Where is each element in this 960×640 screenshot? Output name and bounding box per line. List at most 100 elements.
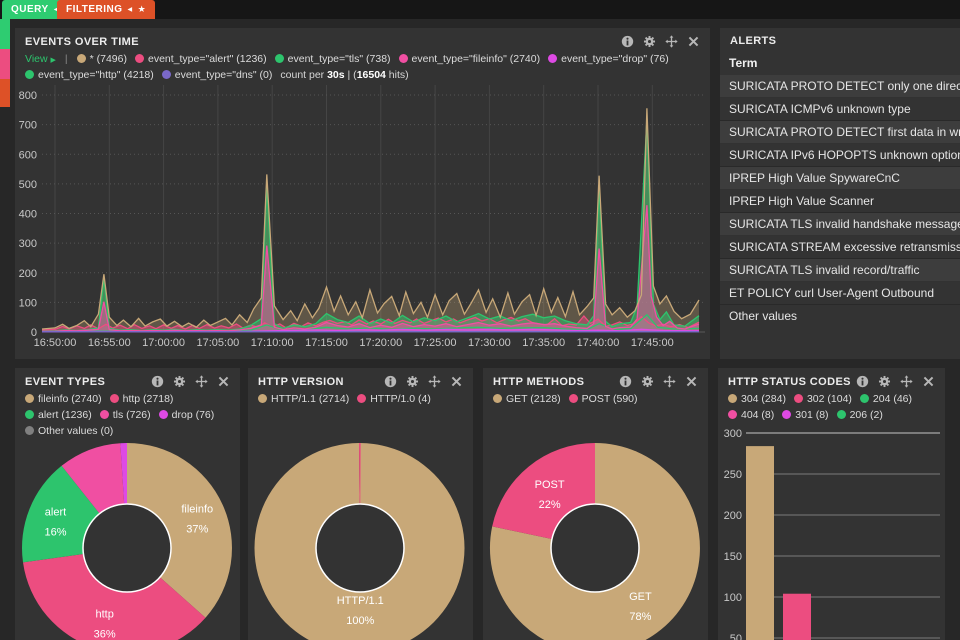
svg-text:250: 250 bbox=[724, 469, 742, 481]
legend-item[interactable]: event_type="fileinfo" (2740) bbox=[398, 53, 540, 65]
legend-color-dot bbox=[258, 394, 267, 403]
legend-item[interactable]: HTTP/1.0 (4) bbox=[357, 393, 431, 405]
legend-item[interactable]: http (2718) bbox=[109, 393, 173, 405]
svg-text:800: 800 bbox=[19, 90, 37, 102]
row-collapse-strip-pink[interactable] bbox=[0, 49, 10, 79]
svg-text:17:00:00: 17:00:00 bbox=[142, 337, 185, 349]
svg-text:36%: 36% bbox=[94, 629, 116, 640]
move-icon[interactable] bbox=[428, 375, 441, 388]
svg-text:200: 200 bbox=[19, 268, 37, 280]
gear-icon[interactable] bbox=[406, 375, 419, 388]
svg-text:17:35:00: 17:35:00 bbox=[522, 337, 565, 349]
legend-label: POST (590) bbox=[581, 393, 638, 405]
alert-term-row[interactable]: SURICATA PROTO DETECT only one direction… bbox=[720, 75, 960, 98]
legend-item[interactable]: fileinfo (2740) bbox=[25, 393, 102, 405]
star-icon[interactable]: ★ bbox=[138, 5, 147, 14]
legend-color-dot bbox=[99, 410, 109, 419]
svg-text:17:10:00: 17:10:00 bbox=[251, 337, 294, 349]
legend-item[interactable]: event_type="dns" (0) bbox=[161, 69, 272, 81]
move-icon[interactable] bbox=[663, 375, 676, 388]
event-types-legend: fileinfo (2740) http (2718) alert (1236) tl… bbox=[15, 391, 240, 437]
row-collapse-strip-orange[interactable] bbox=[0, 79, 10, 107]
move-icon[interactable] bbox=[195, 375, 208, 388]
legend-color-dot bbox=[398, 54, 408, 63]
legend-item[interactable]: event_type="alert" (1236) bbox=[134, 53, 267, 65]
close-icon[interactable] bbox=[450, 375, 463, 388]
move-icon[interactable] bbox=[900, 375, 913, 388]
tab-filtering-label: FILTERING bbox=[66, 4, 123, 15]
legend-item[interactable]: event_type="http" (4218) bbox=[25, 69, 154, 81]
legend-item[interactable]: 302 (104) bbox=[793, 393, 852, 405]
svg-text:17:05:00: 17:05:00 bbox=[196, 337, 239, 349]
legend-color-dot bbox=[25, 426, 34, 435]
alerts-table: SURICATA PROTO DETECT only one direction… bbox=[720, 75, 960, 327]
legend-label: 206 (2) bbox=[849, 409, 883, 421]
legend-item[interactable]: alert (1236) bbox=[25, 409, 92, 421]
info-icon[interactable] bbox=[856, 375, 869, 388]
info-icon[interactable] bbox=[619, 375, 632, 388]
alert-term-row[interactable]: SURICATA TLS invalid record/traffic bbox=[720, 259, 960, 282]
info-icon[interactable] bbox=[384, 375, 397, 388]
count-per-note: count per 30s | (16504 hits) bbox=[280, 69, 409, 81]
svg-text:17:25:00: 17:25:00 bbox=[414, 337, 457, 349]
legend-color-dot bbox=[568, 394, 578, 403]
legend-label: event_type="tls" (738) bbox=[287, 53, 391, 65]
legend-item[interactable]: HTTP/1.1 (2714) bbox=[258, 393, 349, 405]
legend-item[interactable]: GET (2128) bbox=[493, 393, 561, 405]
alert-term-row[interactable]: SURICATA STREAM excessive retransmission… bbox=[720, 236, 960, 259]
svg-text:alert: alert bbox=[45, 506, 66, 518]
svg-text:50: 50 bbox=[730, 633, 742, 640]
panel-controls bbox=[621, 35, 700, 48]
svg-text:17:15:00: 17:15:00 bbox=[305, 337, 348, 349]
close-icon[interactable] bbox=[922, 375, 935, 388]
panel-controls bbox=[619, 375, 698, 388]
column-header-term: Term bbox=[729, 56, 758, 70]
row-collapse-strip-green[interactable] bbox=[0, 19, 10, 49]
alert-term-row[interactable]: SURICATA IPv6 HOPOPTS unknown option bbox=[720, 144, 960, 167]
info-icon[interactable] bbox=[621, 35, 634, 48]
legend-item[interactable]: event_type="tls" (738) bbox=[274, 53, 391, 65]
alert-term-row[interactable]: SURICATA PROTO DETECT first data in wron… bbox=[720, 121, 960, 144]
legend-label: HTTP/1.0 (4) bbox=[370, 393, 431, 405]
panel-title: HTTP STATUS CODES bbox=[728, 375, 851, 388]
alert-term-row[interactable]: SURICATA TLS invalid handshake message bbox=[720, 213, 960, 236]
chevron-right-icon: ▶ bbox=[50, 57, 56, 64]
legend-item[interactable]: Other values (0) bbox=[25, 425, 113, 437]
legend-item[interactable]: event_type="drop" (76) bbox=[548, 53, 669, 65]
alert-term-row[interactable]: IPREP High Value Scanner bbox=[720, 190, 960, 213]
close-icon[interactable] bbox=[687, 35, 700, 48]
legend-item[interactable]: drop (76) bbox=[158, 409, 214, 421]
info-icon[interactable] bbox=[151, 375, 164, 388]
close-icon[interactable] bbox=[685, 375, 698, 388]
gear-icon[interactable] bbox=[641, 375, 654, 388]
legend-item[interactable]: 301 (8) bbox=[782, 409, 829, 421]
panel-title: EVENTS OVER TIME bbox=[25, 35, 139, 48]
close-icon[interactable] bbox=[217, 375, 230, 388]
gear-icon[interactable] bbox=[173, 375, 186, 388]
svg-text:17:20:00: 17:20:00 bbox=[359, 337, 402, 349]
legend-item[interactable]: POST (590) bbox=[568, 393, 638, 405]
svg-text:78%: 78% bbox=[629, 611, 651, 623]
view-link[interactable]: View ▶ bbox=[25, 53, 56, 65]
legend-item[interactable]: tls (726) bbox=[99, 409, 151, 421]
legend-item[interactable]: * (7496) bbox=[76, 53, 127, 65]
svg-text:22%: 22% bbox=[539, 499, 561, 511]
legend-label: event_type="http" (4218) bbox=[38, 69, 154, 81]
legend-item[interactable]: 206 (2) bbox=[836, 409, 883, 421]
gear-icon[interactable] bbox=[878, 375, 891, 388]
gear-icon[interactable] bbox=[643, 35, 656, 48]
alert-term-row[interactable]: IPREP High Value SpywareCnC bbox=[720, 167, 960, 190]
legend-item[interactable]: 404 (8) bbox=[728, 409, 774, 421]
panel-alerts: ALERTS Term SURICATA PROTO DETECT only o… bbox=[720, 28, 960, 359]
panel-title: EVENT TYPES bbox=[25, 375, 106, 388]
collapse-icon[interactable]: ◀ bbox=[128, 7, 133, 13]
alert-term-row[interactable]: ET POLICY curl User-Agent Outbound bbox=[720, 282, 960, 305]
move-icon[interactable] bbox=[665, 35, 678, 48]
legend-item[interactable]: 304 (284) bbox=[728, 393, 786, 405]
legend-item[interactable]: 204 (46) bbox=[859, 393, 912, 405]
tab-filtering[interactable]: FILTERING ◀ ★ bbox=[57, 0, 156, 19]
legend-label: fileinfo (2740) bbox=[38, 393, 102, 405]
alert-term-row[interactable]: SURICATA ICMPv6 unknown type bbox=[720, 98, 960, 121]
svg-text:600: 600 bbox=[19, 149, 37, 161]
alert-term-row[interactable]: Other values bbox=[720, 305, 960, 327]
